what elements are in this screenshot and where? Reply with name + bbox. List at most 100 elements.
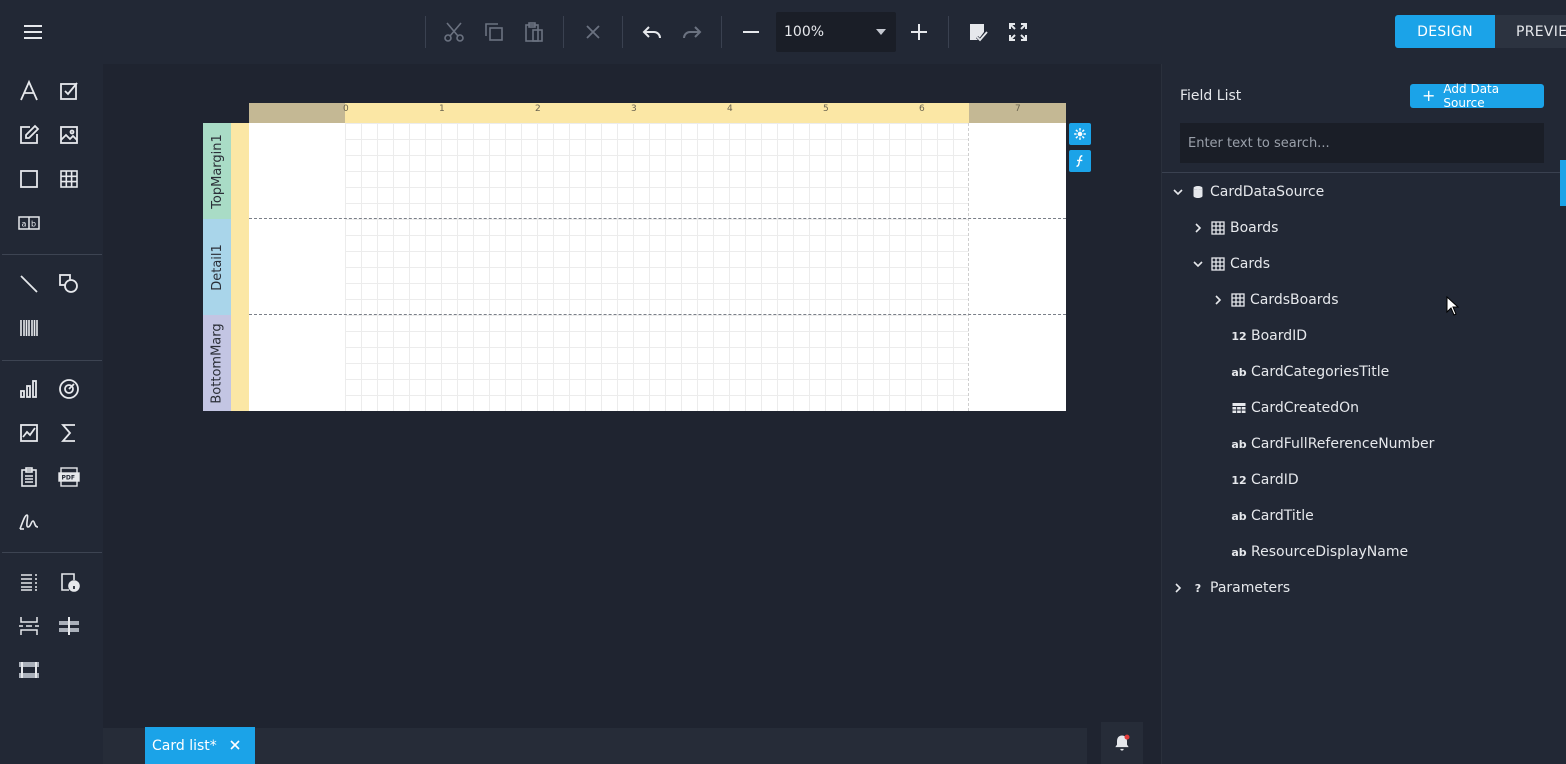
table-icon bbox=[1228, 290, 1248, 310]
band-bottom-margin[interactable]: BottomMarg bbox=[203, 315, 231, 411]
panel-divider bbox=[1162, 172, 1560, 173]
chevron-right-icon[interactable] bbox=[1208, 290, 1228, 310]
line-tool-icon[interactable] bbox=[13, 268, 45, 300]
signature-tool-icon[interactable] bbox=[13, 505, 45, 537]
database-icon bbox=[1188, 182, 1208, 202]
report-designer: 100% DESIGN PREVIEW bbox=[0, 0, 1566, 764]
tree-item-label: CardID bbox=[1251, 472, 1299, 488]
ruler-left-margin bbox=[249, 103, 345, 123]
menu-icon[interactable] bbox=[13, 12, 53, 52]
shape-tool-icon[interactable] bbox=[53, 268, 85, 300]
validate-bindings-icon[interactable] bbox=[958, 12, 998, 52]
subreport-tool-icon[interactable] bbox=[13, 461, 45, 493]
close-icon[interactable] bbox=[227, 737, 243, 753]
tree-item-carddatasource[interactable]: CardDataSource bbox=[1168, 178, 1324, 206]
tree-item-cardtitle[interactable]: ab CardTitle bbox=[1229, 502, 1314, 530]
report-settings-icon[interactable] bbox=[1069, 123, 1091, 145]
toolbar-separator bbox=[948, 16, 949, 48]
tree-item-cardid[interactable]: 12 CardID bbox=[1229, 466, 1299, 494]
toolbar-separator bbox=[425, 16, 426, 48]
tree-item-cardcreatedon[interactable]: CardCreatedOn bbox=[1229, 394, 1359, 422]
tree-item-label: CardTitle bbox=[1251, 508, 1314, 524]
ruler-number: 3 bbox=[631, 104, 637, 114]
document-tab[interactable]: Card list* bbox=[145, 727, 255, 764]
panel-tool-icon[interactable] bbox=[13, 163, 45, 195]
paste-icon[interactable] bbox=[514, 12, 554, 52]
tab-preview[interactable]: PREVIEW bbox=[1495, 15, 1566, 48]
date-icon bbox=[1229, 398, 1249, 418]
page-break-tool-icon[interactable] bbox=[13, 610, 45, 642]
chevron-right-icon[interactable] bbox=[1168, 578, 1188, 598]
band-divider[interactable] bbox=[249, 218, 1066, 219]
tree-item-parameters[interactable]: ? Parameters bbox=[1168, 574, 1290, 602]
barcode-tool-icon[interactable] bbox=[13, 312, 45, 344]
bottom-bar bbox=[103, 728, 1161, 764]
tree-item-cardcategoriestitle[interactable]: ab CardCategoriesTitle bbox=[1229, 358, 1389, 386]
zoom-select[interactable]: 100% bbox=[776, 12, 896, 52]
picture-box-tool-icon[interactable] bbox=[53, 119, 85, 151]
pdf-content-tool-icon[interactable]: PDF bbox=[53, 461, 85, 493]
panel-scrollbar[interactable] bbox=[1560, 160, 1566, 206]
band-label: BottomMarg bbox=[209, 322, 225, 404]
number-icon: 12 bbox=[1231, 329, 1247, 343]
copy-icon[interactable] bbox=[474, 12, 514, 52]
band-top-margin[interactable]: TopMargin1 bbox=[203, 123, 231, 219]
ruler-number: 1 bbox=[439, 104, 445, 114]
svg-text:a: a bbox=[22, 220, 27, 229]
add-data-source-label: Add Data Source bbox=[1443, 82, 1500, 110]
ruler-number: 4 bbox=[727, 104, 733, 114]
zoom-out-icon[interactable] bbox=[731, 12, 771, 52]
chevron-down-icon[interactable] bbox=[1188, 254, 1208, 274]
cross-band-line-tool-icon[interactable] bbox=[53, 610, 85, 642]
rich-text-tool-icon[interactable] bbox=[13, 119, 45, 151]
sparkline-tool-icon[interactable] bbox=[13, 417, 45, 449]
tree-item-label: Cards bbox=[1230, 256, 1271, 272]
tree-item-resourcedisplayname[interactable]: ab ResourceDisplayName bbox=[1229, 538, 1408, 566]
redo-icon[interactable] bbox=[672, 12, 712, 52]
chevron-right-icon[interactable] bbox=[1188, 218, 1208, 238]
label-tool-icon[interactable] bbox=[13, 75, 45, 107]
tree-item-label: Boards bbox=[1230, 220, 1279, 236]
tree-item-cards[interactable]: Cards bbox=[1188, 250, 1270, 278]
table-of-contents-tool-icon[interactable] bbox=[13, 566, 45, 598]
toolbox-separator bbox=[2, 360, 102, 361]
band-detail[interactable]: Detail1 bbox=[203, 219, 231, 315]
tab-design[interactable]: DESIGN bbox=[1395, 15, 1495, 48]
panel-title: Field List bbox=[1180, 88, 1242, 104]
tree-item-label: BoardID bbox=[1251, 328, 1308, 344]
field-search-input[interactable] bbox=[1180, 123, 1544, 163]
cross-band-box-tool-icon[interactable] bbox=[13, 654, 45, 686]
table-tool-icon[interactable] bbox=[53, 163, 85, 195]
undo-icon[interactable] bbox=[632, 12, 672, 52]
cut-icon[interactable] bbox=[434, 12, 474, 52]
tree-item-boards[interactable]: Boards bbox=[1188, 214, 1278, 242]
tree-item-cardfullreferencenumber[interactable]: ab CardFullReferenceNumber bbox=[1229, 430, 1434, 458]
page-info-tool-icon[interactable] bbox=[53, 566, 85, 598]
character-comb-tool-icon[interactable]: ab bbox=[13, 207, 45, 239]
fullscreen-icon[interactable] bbox=[998, 12, 1038, 52]
vertical-ruler bbox=[231, 219, 249, 315]
number-icon: 12 bbox=[1231, 473, 1247, 487]
field-list-panel: Field List + Add Data Source CardDataSou… bbox=[1161, 64, 1566, 764]
checkbox-tool-icon[interactable] bbox=[53, 75, 85, 107]
gauge-tool-icon[interactable] bbox=[53, 373, 85, 405]
tree-item-boardid[interactable]: 12 BoardID bbox=[1229, 322, 1307, 350]
summary-tool-icon[interactable] bbox=[53, 417, 85, 449]
tree-item-cardsboards[interactable]: CardsBoards bbox=[1208, 286, 1338, 314]
tree-item-label: CardDataSource bbox=[1210, 184, 1325, 200]
question-icon: ? bbox=[1194, 581, 1202, 595]
delete-icon[interactable] bbox=[573, 12, 613, 52]
design-grid bbox=[345, 123, 969, 411]
expression-icon[interactable] bbox=[1069, 150, 1091, 172]
zoom-in-icon[interactable] bbox=[899, 12, 939, 52]
tree-item-label: CardCategoriesTitle bbox=[1251, 364, 1390, 380]
band-divider[interactable] bbox=[249, 314, 1066, 315]
notifications-bell-icon[interactable] bbox=[1101, 722, 1143, 764]
chevron-down-icon[interactable] bbox=[1168, 182, 1188, 202]
add-data-source-button[interactable]: + Add Data Source bbox=[1410, 82, 1544, 110]
report-page[interactable] bbox=[249, 123, 1066, 411]
ruler-number: 7 bbox=[1015, 104, 1021, 114]
tree-item-label: Parameters bbox=[1210, 580, 1291, 596]
plus-icon: + bbox=[1422, 86, 1436, 105]
chart-tool-icon[interactable] bbox=[13, 373, 45, 405]
